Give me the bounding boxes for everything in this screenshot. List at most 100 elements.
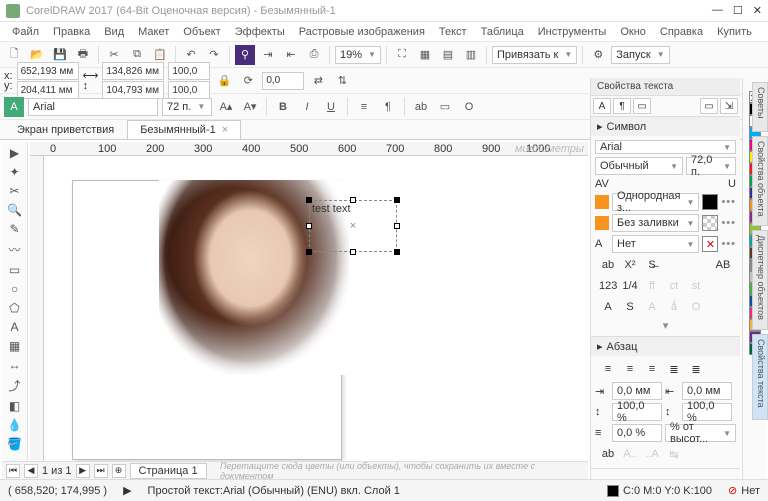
align-full-icon[interactable]: ≣ bbox=[687, 363, 705, 376]
search-icon[interactable]: ⚲ bbox=[235, 45, 255, 65]
rotation-input[interactable]: 0,0 bbox=[262, 72, 304, 90]
strikethru-icon[interactable]: S̶ bbox=[643, 259, 661, 271]
align-justify-icon[interactable]: ≣ bbox=[665, 363, 683, 376]
underline-button[interactable]: U bbox=[321, 97, 341, 117]
options-icon[interactable]: ⚙ bbox=[588, 45, 608, 65]
section-symbol-header[interactable]: Символ bbox=[607, 121, 647, 133]
close-tab-icon[interactable]: × bbox=[222, 124, 228, 136]
text-align-icon[interactable]: ab bbox=[411, 97, 431, 117]
fullscreen-icon[interactable]: ⛶ bbox=[392, 45, 412, 65]
launch-combo[interactable]: Запуск▼ bbox=[611, 46, 669, 64]
fill-type-combo[interactable]: Однородная з...▼ bbox=[612, 193, 699, 211]
decrease-size-icon[interactable]: A▾ bbox=[240, 97, 260, 117]
menu-tools[interactable]: Инструменты bbox=[532, 24, 613, 40]
underline-icon[interactable]: U bbox=[728, 178, 736, 190]
text-frame-icon[interactable]: ▭ bbox=[435, 97, 455, 117]
menu-object[interactable]: Объект bbox=[177, 24, 226, 40]
docker-tab-para[interactable]: ¶ bbox=[613, 98, 631, 114]
vtab-hints[interactable]: Советы bbox=[752, 82, 768, 132]
crop-tool-icon[interactable]: ✂ bbox=[6, 184, 24, 198]
bg-color-swatch[interactable] bbox=[702, 215, 718, 231]
fontsize-combo[interactable]: 72 п.▼ bbox=[162, 98, 212, 116]
effects-tool-icon[interactable]: ◧ bbox=[6, 399, 24, 413]
zoom-tool-icon[interactable]: 🔍 bbox=[6, 203, 24, 217]
lock-ratio-icon[interactable]: 🔒 bbox=[214, 71, 234, 91]
maximize-button[interactable]: ☐ bbox=[733, 4, 743, 17]
canvas[interactable]: test text × bbox=[44, 156, 588, 461]
pick-tool-icon[interactable]: ▶ bbox=[6, 146, 24, 160]
rectangle-tool-icon[interactable]: ▭ bbox=[6, 263, 24, 277]
guides-icon[interactable]: ▥ bbox=[461, 45, 481, 65]
outline-more-icon[interactable]: ••• bbox=[721, 238, 736, 250]
grid-icon[interactable]: ▤ bbox=[438, 45, 458, 65]
width-input[interactable]: 134,826 мм bbox=[102, 62, 164, 80]
allcaps-icon[interactable]: AB bbox=[714, 259, 732, 271]
page-tab[interactable]: Страница 1 bbox=[130, 463, 207, 479]
pos-y-input[interactable]: 204,411 мм bbox=[17, 81, 79, 99]
dimension-tool-icon[interactable]: ↔ bbox=[6, 358, 24, 372]
menu-bitmap[interactable]: Растровые изображения bbox=[293, 24, 431, 40]
menu-effects[interactable]: Эффекты bbox=[229, 24, 291, 40]
docker-settings-icon[interactable]: ▭ bbox=[700, 98, 718, 114]
scale-y-input[interactable]: 100,0 bbox=[168, 81, 210, 99]
dock-size-combo[interactable]: 72,0 п.▼ bbox=[686, 157, 736, 175]
dock-font-combo[interactable]: Arial▼ bbox=[595, 140, 736, 154]
linespace-input[interactable]: 100,0 % bbox=[612, 403, 662, 421]
align-left-icon[interactable]: ≡ bbox=[599, 363, 617, 376]
export-icon[interactable]: ⇤ bbox=[281, 45, 301, 65]
artistic-tool-icon[interactable]: 〰 bbox=[6, 241, 24, 258]
text-tool-icon[interactable]: A bbox=[4, 97, 24, 117]
fill-more-icon[interactable]: ••• bbox=[721, 196, 736, 208]
scale-x-input[interactable]: 100,0 bbox=[168, 62, 210, 80]
import-icon[interactable]: ⇥ bbox=[258, 45, 278, 65]
add-page-button[interactable]: ⊕ bbox=[112, 464, 126, 478]
table-tool-icon[interactable]: ▦ bbox=[6, 339, 24, 353]
polygon-tool-icon[interactable]: ⬠ bbox=[6, 301, 24, 315]
rulers-icon[interactable]: ▦ bbox=[415, 45, 435, 65]
vtab-objprops[interactable]: Свойства объекта bbox=[752, 136, 768, 226]
bold-button[interactable]: B bbox=[273, 97, 293, 117]
docker-tab-char[interactable]: A bbox=[593, 98, 611, 114]
increase-size-icon[interactable]: A▴ bbox=[216, 97, 236, 117]
ellipse-tool-icon[interactable]: ○ bbox=[6, 282, 24, 296]
menu-layout[interactable]: Макет bbox=[132, 24, 175, 40]
snap-combo[interactable]: Привязать к▼ bbox=[492, 46, 577, 64]
freehand-tool-icon[interactable]: ✎ bbox=[6, 222, 24, 236]
align-center-icon[interactable]: ≡ bbox=[621, 363, 639, 376]
height-input[interactable]: 104,793 мм bbox=[102, 81, 164, 99]
before-input[interactable]: 0,0 % bbox=[612, 424, 662, 442]
vtab-textprops[interactable]: Свойства текста bbox=[752, 334, 768, 420]
italic-button[interactable]: I bbox=[297, 97, 317, 117]
charspace-input[interactable]: 100,0 % bbox=[682, 403, 732, 421]
menu-table[interactable]: Таблица bbox=[475, 24, 530, 40]
bullets-icon[interactable]: ≡ bbox=[354, 97, 374, 117]
fill-color-swatch[interactable] bbox=[702, 194, 718, 210]
spacing-unit-combo[interactable]: % от высот...▼ bbox=[665, 424, 736, 442]
tab-document[interactable]: Безымянный-1× bbox=[127, 120, 241, 139]
close-button[interactable]: ✕ bbox=[753, 4, 762, 17]
prev-page-button[interactable]: ◀ bbox=[24, 464, 38, 478]
menu-edit[interactable]: Правка bbox=[47, 24, 96, 40]
menu-view[interactable]: Вид bbox=[98, 24, 130, 40]
next-page-button[interactable]: ▶ bbox=[76, 464, 90, 478]
outline-combo[interactable]: Нет▼ bbox=[612, 235, 699, 253]
super-icon[interactable]: X² bbox=[621, 259, 639, 271]
menu-buy[interactable]: Купить bbox=[711, 24, 758, 40]
publish-icon[interactable]: ⎙ bbox=[304, 45, 324, 65]
docker-more-icon[interactable]: ⇲ bbox=[720, 98, 738, 114]
menu-help[interactable]: Справка bbox=[654, 24, 709, 40]
last-page-button[interactable]: ⏭ bbox=[94, 464, 108, 478]
menu-text[interactable]: Текст bbox=[433, 24, 473, 40]
mirror-h-icon[interactable]: ⇄ bbox=[308, 71, 328, 91]
minimize-button[interactable]: — bbox=[712, 4, 723, 17]
text-options-icon[interactable]: O bbox=[459, 97, 479, 117]
tab-welcome[interactable]: Экран приветствия bbox=[4, 120, 127, 139]
zoom-combo[interactable]: 19%▼ bbox=[335, 46, 381, 64]
caps-icon[interactable]: ab bbox=[599, 259, 617, 271]
menu-file[interactable]: Файл bbox=[6, 24, 45, 40]
mirror-v-icon[interactable]: ⇅ bbox=[332, 71, 352, 91]
text-tool-icon[interactable]: A bbox=[6, 320, 24, 334]
connector-tool-icon[interactable]: ⤴ bbox=[6, 377, 24, 394]
kerning-icon[interactable]: AV bbox=[595, 178, 609, 190]
docker-tab-frame[interactable]: ▭ bbox=[633, 98, 651, 114]
